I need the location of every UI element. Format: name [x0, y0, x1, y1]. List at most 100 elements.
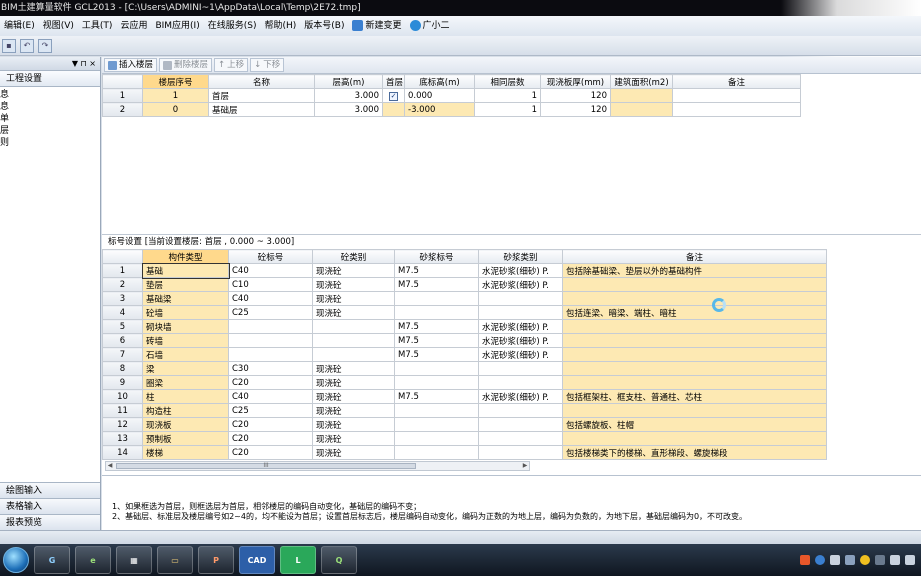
concrete-type-cell[interactable]: 现浇砼: [312, 277, 395, 292]
floor-height-cell[interactable]: 3.000: [314, 102, 383, 117]
concrete-grade-cell[interactable]: C30: [228, 361, 313, 376]
floor-slab-cell[interactable]: 120: [540, 88, 611, 103]
row-number[interactable]: 12: [102, 417, 143, 432]
column-header[interactable]: 构件类型: [142, 249, 229, 264]
row-number[interactable]: 8: [102, 361, 143, 376]
taskbar-glodon-app[interactable]: G: [34, 546, 70, 574]
table-row[interactable]: 13 预制板 C20 现浇砼: [102, 431, 827, 446]
mortar-grade-cell[interactable]: M7.5: [394, 333, 479, 348]
table-row[interactable]: 2 0 基础层 3.000 -3.000 1 120: [102, 102, 801, 117]
mortar-grade-cell[interactable]: [394, 361, 479, 376]
taskbar-gqi-app[interactable]: Q: [321, 546, 357, 574]
taskbar-explorer-app[interactable]: ▭: [157, 546, 193, 574]
remark-cell[interactable]: [562, 291, 827, 306]
row-number[interactable]: 11: [102, 403, 143, 418]
column-header[interactable]: 砂浆类别: [478, 249, 563, 264]
component-type-cell[interactable]: 砌块墙: [142, 319, 229, 334]
concrete-grade-cell[interactable]: C25: [228, 305, 313, 320]
mortar-grade-cell[interactable]: [394, 291, 479, 306]
concrete-type-cell[interactable]: [312, 347, 395, 362]
table-row[interactable]: 11 构造柱 C25 现浇砼: [102, 403, 827, 418]
table-row[interactable]: 1 1 首层 3.000 ✓ 0.000 1 120: [102, 88, 801, 103]
column-header[interactable]: 底标高(m): [404, 74, 475, 89]
remark-cell[interactable]: [562, 431, 827, 446]
remark-cell[interactable]: [562, 347, 827, 362]
column-header[interactable]: 楼层序号: [142, 74, 209, 89]
mortar-type-cell[interactable]: [478, 403, 563, 418]
row-number[interactable]: 3: [102, 291, 143, 306]
concrete-grade-cell[interactable]: C40: [228, 263, 313, 278]
mortar-grade-cell[interactable]: [394, 445, 479, 460]
tree-node[interactable]: 则: [0, 137, 100, 149]
move-down-button[interactable]: ↓ 下移: [250, 58, 285, 72]
concrete-type-cell[interactable]: 现浇砼: [312, 305, 395, 320]
floor-seq-cell[interactable]: 0: [142, 102, 209, 117]
taskbar-calculator-app[interactable]: ▦: [116, 546, 152, 574]
taskbar-cad-app[interactable]: CAD: [239, 546, 275, 574]
undo-icon[interactable]: ↶: [20, 38, 34, 53]
help-icon[interactable]: [815, 555, 825, 565]
tab-drawing-input[interactable]: 绘图输入: [0, 482, 100, 498]
concrete-grade-cell[interactable]: [228, 347, 313, 362]
concrete-grade-cell[interactable]: [228, 319, 313, 334]
mortar-grade-cell[interactable]: M7.5: [394, 263, 479, 278]
save-icon[interactable]: ▪: [2, 38, 16, 53]
first-floor-checkbox[interactable]: [382, 102, 405, 117]
row-number[interactable]: 10: [102, 389, 143, 404]
mortar-grade-cell[interactable]: [394, 375, 479, 390]
concrete-type-cell[interactable]: 现浇砼: [312, 375, 395, 390]
component-type-cell[interactable]: 基础梁: [142, 291, 229, 306]
menu-edit[interactable]: 编辑(E): [0, 16, 39, 36]
row-number[interactable]: 2: [102, 277, 143, 292]
concrete-grade-cell[interactable]: C20: [228, 375, 313, 390]
row-number[interactable]: 4: [102, 305, 143, 320]
column-header[interactable]: 首层: [382, 74, 405, 89]
tray-flag-icon[interactable]: [830, 555, 840, 565]
delete-floor-button[interactable]: 删除楼层: [159, 58, 213, 72]
concrete-type-cell[interactable]: 现浇砼: [312, 403, 395, 418]
component-type-cell[interactable]: 梁: [142, 361, 229, 376]
floor-name-cell[interactable]: 首层: [208, 88, 315, 103]
concrete-grade-cell[interactable]: C40: [228, 389, 313, 404]
component-type-cell[interactable]: 基础: [141, 262, 230, 279]
mortar-type-cell[interactable]: 水泥砂浆(细砂) P.: [478, 263, 563, 278]
floor-remark-cell[interactable]: [672, 88, 801, 103]
table-row[interactable]: 12 现浇板 C20 现浇砼 包括螺旋板、柱帽: [102, 417, 827, 432]
network-icon[interactable]: [890, 555, 900, 565]
move-up-button[interactable]: ↑ 上移: [214, 58, 249, 72]
concrete-grade-cell[interactable]: [228, 333, 313, 348]
row-number[interactable]: 9: [102, 375, 143, 390]
column-header[interactable]: 备注: [562, 249, 827, 264]
row-number[interactable]: 5: [102, 319, 143, 334]
menu-help[interactable]: 帮助(H): [260, 16, 300, 36]
table-row[interactable]: 10 柱 C40 现浇砼 M7.5 水泥砂浆(细砂) P. 包括框架柱、框支柱、普通柱、芯柱: [102, 389, 827, 404]
column-header[interactable]: 砂浆标号: [394, 249, 479, 264]
tray-status-icon[interactable]: [860, 555, 870, 565]
panel-pin-icons[interactable]: ▼ ⊓ ×: [72, 59, 96, 68]
floor-same-count-cell[interactable]: 1: [474, 88, 541, 103]
start-button[interactable]: [3, 547, 29, 573]
tree-node[interactable]: 单: [0, 113, 100, 125]
remark-cell[interactable]: 包括除基础梁、垫层以外的基础构件: [562, 263, 827, 278]
table-row[interactable]: 1 基础 C40 现浇砼 M7.5 水泥砂浆(细砂) P. 包括除基础梁、垫层以外的基础构件: [102, 262, 827, 279]
mortar-grade-cell[interactable]: M7.5: [394, 319, 479, 334]
mortar-type-cell[interactable]: [478, 445, 563, 460]
mortar-type-cell[interactable]: [478, 375, 563, 390]
table-row[interactable]: 2 垫层 C10 现浇砼 M7.5 水泥砂浆(细砂) P.: [102, 277, 827, 292]
concrete-grade-cell[interactable]: C20: [228, 417, 313, 432]
column-header[interactable]: 砼类别: [312, 249, 395, 264]
concrete-grade-cell[interactable]: C40: [228, 291, 313, 306]
remark-cell[interactable]: [562, 375, 827, 390]
component-type-cell[interactable]: 楼梯: [142, 445, 229, 460]
remark-cell[interactable]: [562, 319, 827, 334]
menu-assistant[interactable]: 广小二: [406, 16, 454, 36]
mortar-type-cell[interactable]: [478, 417, 563, 432]
table-row[interactable]: 8 梁 C30 现浇砼: [102, 361, 827, 376]
mortar-type-cell[interactable]: [478, 431, 563, 446]
column-header[interactable]: 现浇板厚(mm): [540, 74, 611, 89]
component-type-cell[interactable]: 现浇板: [142, 417, 229, 432]
mortar-grade-cell[interactable]: M7.5: [394, 277, 479, 292]
floor-remark-cell[interactable]: [672, 102, 801, 117]
floor-bottom-cell[interactable]: 0.000: [404, 88, 475, 103]
mortar-grade-cell[interactable]: [394, 417, 479, 432]
